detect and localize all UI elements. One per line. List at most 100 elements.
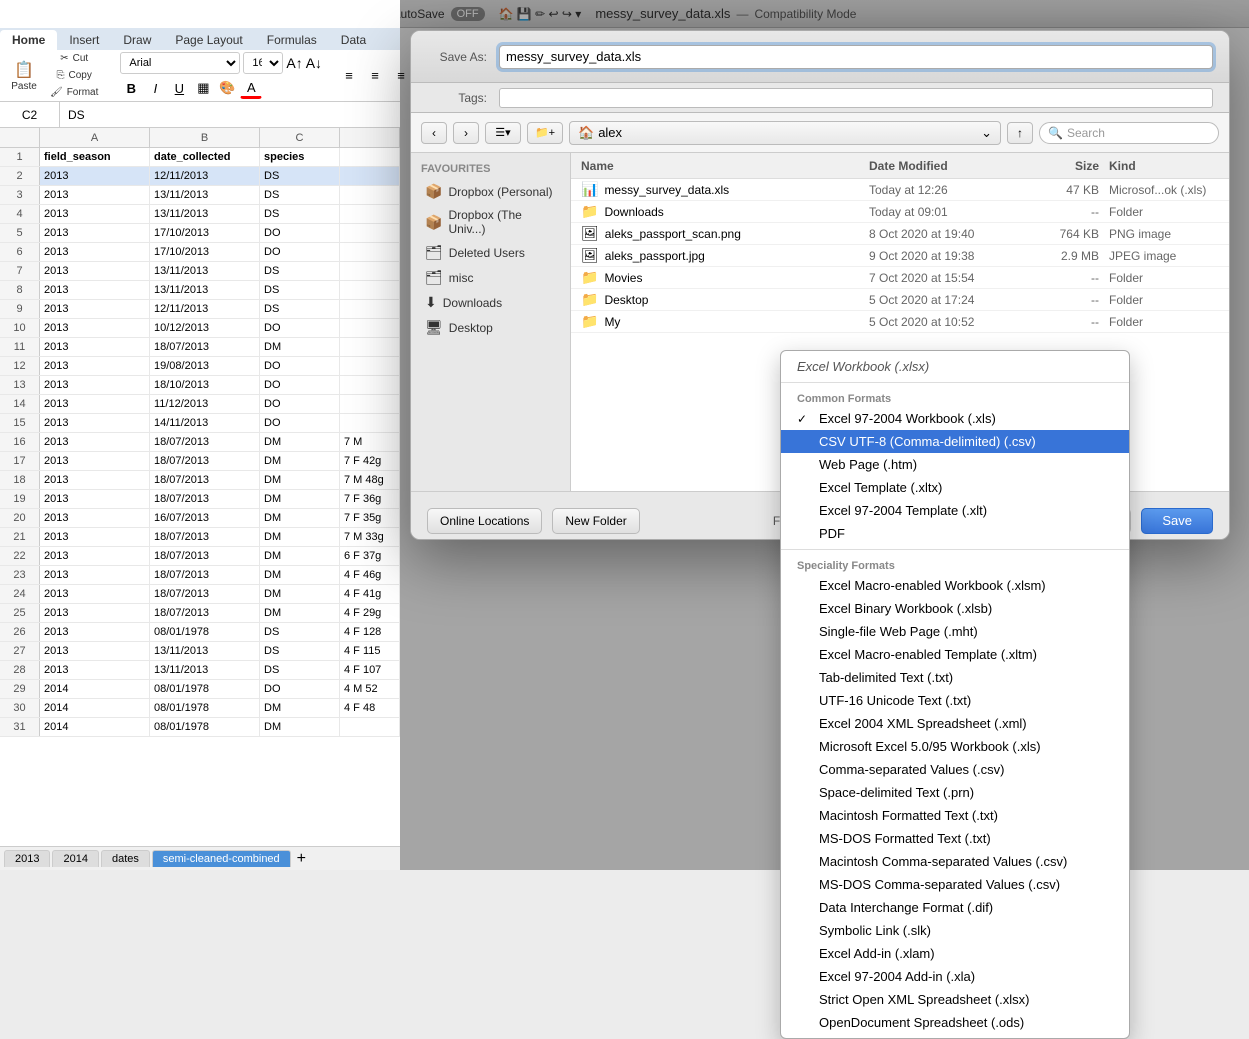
- save-button[interactable]: Save: [1141, 508, 1213, 534]
- format-option-strict-xlsx[interactable]: Strict Open XML Spreadsheet (.xlsx): [781, 988, 1129, 1011]
- new-folder-button[interactable]: New Folder: [552, 508, 639, 534]
- search-box[interactable]: 🔍 Search: [1039, 122, 1219, 144]
- list-item[interactable]: 📁 Movies 7 Oct 2020 at 15:54 -- Folder: [571, 267, 1229, 289]
- sidebar-item-deleted-users[interactable]: 🗂 Deleted Users: [415, 240, 566, 265]
- table-row[interactable]: 28 2013 13/11/2013 DS 4 F 107: [0, 661, 400, 680]
- format-button[interactable]: 🖌 Format: [44, 85, 104, 100]
- format-option-csv-utf8[interactable]: CSV UTF-8 (Comma-delimited) (.csv): [781, 430, 1129, 453]
- format-option-xltx[interactable]: Excel Template (.xltx): [781, 476, 1129, 499]
- format-option-xlam[interactable]: Excel Add-in (.xlam): [781, 942, 1129, 965]
- format-option-txt-utf16[interactable]: UTF-16 Unicode Text (.txt): [781, 689, 1129, 712]
- table-row[interactable]: 14 2013 11/12/2013 DO: [0, 395, 400, 414]
- filename-input[interactable]: [499, 45, 1213, 69]
- list-item[interactable]: 📁 My 5 Oct 2020 at 10:52 -- Folder: [571, 311, 1229, 333]
- table-row[interactable]: 18 2013 18/07/2013 DM 7 M 48g: [0, 471, 400, 490]
- table-row[interactable]: 19 2013 18/07/2013 DM 7 F 36g: [0, 490, 400, 509]
- up-directory-button[interactable]: ↑: [1007, 122, 1033, 144]
- font-selector[interactable]: Arial: [120, 52, 240, 74]
- format-option-prn[interactable]: Space-delimited Text (.prn): [781, 781, 1129, 804]
- font-color-button[interactable]: A: [240, 77, 262, 99]
- back-button[interactable]: ‹: [421, 122, 447, 144]
- underline-button[interactable]: U: [168, 77, 190, 99]
- cell-reference[interactable]: C2: [0, 102, 60, 127]
- bold-button[interactable]: B: [120, 77, 142, 99]
- location-selector[interactable]: 🏠 alex ⌄: [569, 121, 1001, 145]
- tab-data[interactable]: Data: [329, 30, 378, 50]
- sheet-tab-2013[interactable]: 2013: [4, 850, 50, 867]
- increase-font-icon[interactable]: A↑: [286, 55, 302, 71]
- table-row[interactable]: 27 2013 13/11/2013 DS 4 F 115: [0, 642, 400, 661]
- table-row[interactable]: 5 2013 17/10/2013 DO: [0, 224, 400, 243]
- sheet-tab-2014[interactable]: 2014: [52, 850, 98, 867]
- italic-button[interactable]: I: [144, 77, 166, 99]
- highlight-button[interactable]: 🎨: [216, 77, 238, 99]
- format-option-slk[interactable]: Symbolic Link (.slk): [781, 919, 1129, 942]
- table-row[interactable]: 22 2013 18/07/2013 DM 6 F 37g: [0, 547, 400, 566]
- table-row[interactable]: 25 2013 18/07/2013 DM 4 F 29g: [0, 604, 400, 623]
- table-row[interactable]: 31 2014 08/01/1978 DM: [0, 718, 400, 737]
- paste-button[interactable]: 📋 Paste: [8, 58, 40, 94]
- table-row[interactable]: 30 2014 08/01/1978 DM 4 F 48: [0, 699, 400, 718]
- format-option-pdf[interactable]: PDF: [781, 522, 1129, 545]
- table-row[interactable]: 4 2013 13/11/2013 DS: [0, 205, 400, 224]
- table-row[interactable]: 20 2013 16/07/2013 DM 7 F 35g: [0, 509, 400, 528]
- table-row[interactable]: 11 2013 18/07/2013 DM: [0, 338, 400, 357]
- forward-button[interactable]: ›: [453, 122, 479, 144]
- cut-button[interactable]: ✂ Cut: [44, 51, 104, 66]
- decrease-font-icon[interactable]: A↓: [306, 55, 322, 71]
- sidebar-item-desktop[interactable]: 🖥 Desktop: [415, 315, 566, 340]
- format-option-xlsb[interactable]: Excel Binary Workbook (.xlsb): [781, 597, 1129, 620]
- sidebar-item-downloads[interactable]: ⬇ Downloads: [415, 290, 566, 315]
- list-item[interactable]: 📁 Desktop 5 Oct 2020 at 17:24 -- Folder: [571, 289, 1229, 311]
- format-option-txt-tab[interactable]: Tab-delimited Text (.txt): [781, 666, 1129, 689]
- format-option-xls5[interactable]: Microsoft Excel 5.0/95 Workbook (.xls): [781, 735, 1129, 758]
- sidebar-item-dropbox-univ[interactable]: 📦 Dropbox (The Univ...): [415, 204, 566, 240]
- table-row[interactable]: 24 2013 18/07/2013 DM 4 F 41g: [0, 585, 400, 604]
- tab-home[interactable]: Home: [0, 30, 57, 50]
- table-row[interactable]: 21 2013 18/07/2013 DM 7 M 33g: [0, 528, 400, 547]
- tab-draw[interactable]: Draw: [111, 30, 163, 50]
- format-option-mht[interactable]: Single-file Web Page (.mht): [781, 620, 1129, 643]
- list-item[interactable]: 📊 messy_survey_data.xls Today at 12:26 4…: [571, 179, 1229, 201]
- tab-formulas[interactable]: Formulas: [255, 30, 329, 50]
- format-option-xls97[interactable]: ✓ Excel 97-2004 Workbook (.xls): [781, 407, 1129, 430]
- format-option-csv[interactable]: Comma-separated Values (.csv): [781, 758, 1129, 781]
- sheet-tab-dates[interactable]: dates: [101, 850, 150, 867]
- format-option-xlt97[interactable]: Excel 97-2004 Template (.xlt): [781, 499, 1129, 522]
- table-row[interactable]: 7 2013 13/11/2013 DS: [0, 262, 400, 281]
- format-option-mac-txt[interactable]: Macintosh Formatted Text (.txt): [781, 804, 1129, 827]
- tab-insert[interactable]: Insert: [57, 30, 111, 50]
- table-row[interactable]: 12 2013 19/08/2013 DO: [0, 357, 400, 376]
- format-option-dif[interactable]: Data Interchange Format (.dif): [781, 896, 1129, 919]
- list-item[interactable]: 🖼 aleks_passport.jpg 9 Oct 2020 at 19:38…: [571, 245, 1229, 267]
- new-folder-icon-button[interactable]: 📁+: [527, 122, 563, 144]
- format-option-dos-csv[interactable]: MS-DOS Comma-separated Values (.csv): [781, 873, 1129, 896]
- tags-input[interactable]: [499, 88, 1213, 108]
- copy-button[interactable]: ⎘ Copy: [44, 68, 104, 83]
- list-item[interactable]: 📁 Downloads Today at 09:01 -- Folder: [571, 201, 1229, 223]
- table-row[interactable]: 9 2013 12/11/2013 DS: [0, 300, 400, 319]
- table-row[interactable]: 13 2013 18/10/2013 DO: [0, 376, 400, 395]
- tab-page-layout[interactable]: Page Layout: [163, 30, 254, 50]
- border-button[interactable]: ▦: [192, 77, 214, 99]
- add-sheet-button[interactable]: +: [297, 850, 306, 868]
- table-row[interactable]: 29 2014 08/01/1978 DO 4 M 52: [0, 680, 400, 699]
- table-row[interactable]: 10 2013 10/12/2013 DO: [0, 319, 400, 338]
- table-row[interactable]: 1 field_season date_collected species: [0, 148, 400, 167]
- sheet-tab-semi-cleaned[interactable]: semi-cleaned-combined: [152, 850, 291, 867]
- sidebar-item-dropbox-personal[interactable]: 📦 Dropbox (Personal): [415, 179, 566, 204]
- format-option-xlsm[interactable]: Excel Macro-enabled Workbook (.xlsm): [781, 574, 1129, 597]
- table-row[interactable]: 2 2013 12/11/2013 DS: [0, 167, 400, 186]
- table-row[interactable]: 15 2013 14/11/2013 DO: [0, 414, 400, 433]
- table-row[interactable]: 26 2013 08/01/1978 DS 4 F 128: [0, 623, 400, 642]
- table-row[interactable]: 17 2013 18/07/2013 DM 7 F 42g: [0, 452, 400, 471]
- sidebar-item-misc[interactable]: 🗂 misc: [415, 265, 566, 290]
- online-locations-button[interactable]: Online Locations: [427, 508, 542, 534]
- formula-input[interactable]: [60, 108, 400, 122]
- format-option-xla[interactable]: Excel 97-2004 Add-in (.xla): [781, 965, 1129, 988]
- format-option-ods[interactable]: OpenDocument Spreadsheet (.ods): [781, 1011, 1129, 1034]
- align-left-button[interactable]: ≡: [338, 65, 360, 87]
- table-row[interactable]: 8 2013 13/11/2013 DS: [0, 281, 400, 300]
- format-option-xml2004[interactable]: Excel 2004 XML Spreadsheet (.xml): [781, 712, 1129, 735]
- format-option-xltm[interactable]: Excel Macro-enabled Template (.xltm): [781, 643, 1129, 666]
